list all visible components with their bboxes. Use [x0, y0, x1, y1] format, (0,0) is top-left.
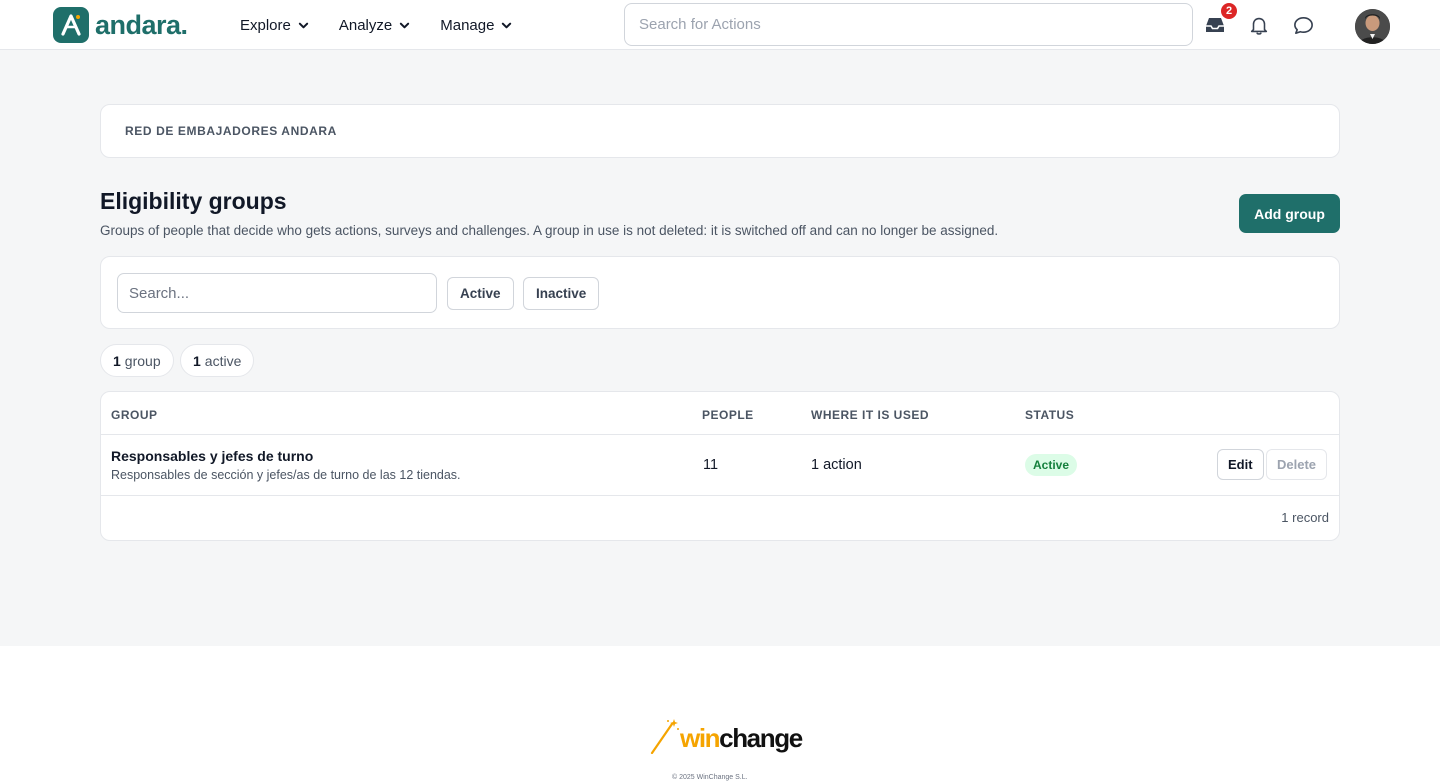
row-divider — [101, 495, 1339, 496]
header-divider — [101, 434, 1339, 435]
actions-search-input[interactable] — [624, 3, 1193, 46]
breadcrumb-label: RED DE EMBAJADORES ANDARA — [125, 124, 337, 138]
group-count-value: 1 — [113, 352, 121, 369]
active-count-label: active — [204, 352, 242, 369]
chevron-down-icon — [298, 22, 309, 28]
top-navigation-bar: andara. Explore Analyze Manage 2 — [0, 0, 1440, 50]
chat-bubble-icon — [1293, 16, 1313, 34]
group-search-input[interactable] — [117, 273, 437, 313]
group-description: Responsables de sección y jefes/as de tu… — [111, 468, 461, 482]
nav-explore[interactable]: Explore — [240, 17, 309, 34]
groups-table: GROUP PEOPLE WHERE IT IS USED STATUS Res… — [100, 391, 1340, 541]
brand-name: andara. — [95, 9, 188, 40]
chevron-down-icon — [400, 22, 410, 28]
andara-logo[interactable]: andara. — [53, 7, 188, 43]
active-count-value: 1 — [193, 352, 201, 369]
bell-icon — [1250, 17, 1268, 35]
column-header-group: GROUP — [111, 408, 158, 422]
filter-active-button[interactable]: Active — [447, 277, 514, 310]
column-header-where-used: WHERE IT IS USED — [811, 408, 930, 422]
filter-inactive-button[interactable]: Inactive — [523, 277, 600, 310]
record-count: 1 record — [1281, 510, 1329, 525]
chevron-down-icon — [502, 22, 512, 28]
nav-manage[interactable]: Manage — [440, 17, 512, 34]
page-description: Groups of people that decide who gets ac… — [100, 223, 999, 238]
user-avatar[interactable] — [1355, 9, 1390, 44]
status-badge: Active — [1025, 454, 1078, 476]
notifications-button[interactable] — [1246, 12, 1272, 38]
main-content: RED DE EMBAJADORES ANDARA Eligibility gr… — [0, 50, 1440, 646]
column-header-status: STATUS — [1025, 408, 1075, 422]
active-count-pill: 1 active — [180, 344, 255, 377]
winchange-win: win — [680, 723, 721, 753]
breadcrumb: RED DE EMBAJADORES ANDARA — [100, 104, 1340, 158]
group-people-count: 11 — [703, 457, 719, 473]
group-count-label: group — [124, 352, 161, 369]
column-header-people: PEOPLE — [702, 408, 754, 422]
add-group-button[interactable]: Add group — [1239, 194, 1340, 233]
nav-analyze[interactable]: Analyze — [339, 17, 410, 34]
nav-analyze-label: Analyze — [338, 16, 393, 34]
inbox-count-badge: 2 — [1221, 3, 1237, 19]
group-usage: 1 action — [811, 457, 862, 473]
winchange-change: change — [719, 723, 803, 753]
andara-logo-icon — [53, 7, 89, 43]
group-count-pill: 1 group — [100, 344, 174, 377]
filter-bar: Active Inactive — [100, 256, 1340, 329]
edit-group-button[interactable]: Edit — [1217, 449, 1264, 480]
nav-manage-label: Manage — [440, 16, 495, 34]
user-portrait-icon — [1355, 9, 1390, 44]
page-title: Eligibility groups — [100, 188, 287, 214]
main-nav: Explore Analyze Manage — [240, 0, 512, 50]
winchange-wordmark: winchange — [680, 723, 803, 754]
winchange-logo: winchange — [650, 718, 803, 754]
magic-wand-icon — [650, 719, 679, 754]
delete-group-button[interactable]: Delete — [1266, 449, 1328, 480]
messages-button[interactable] — [1290, 12, 1316, 38]
group-name: Responsables y jefes de turno — [111, 448, 314, 464]
nav-explore-label: Explore — [240, 16, 291, 34]
